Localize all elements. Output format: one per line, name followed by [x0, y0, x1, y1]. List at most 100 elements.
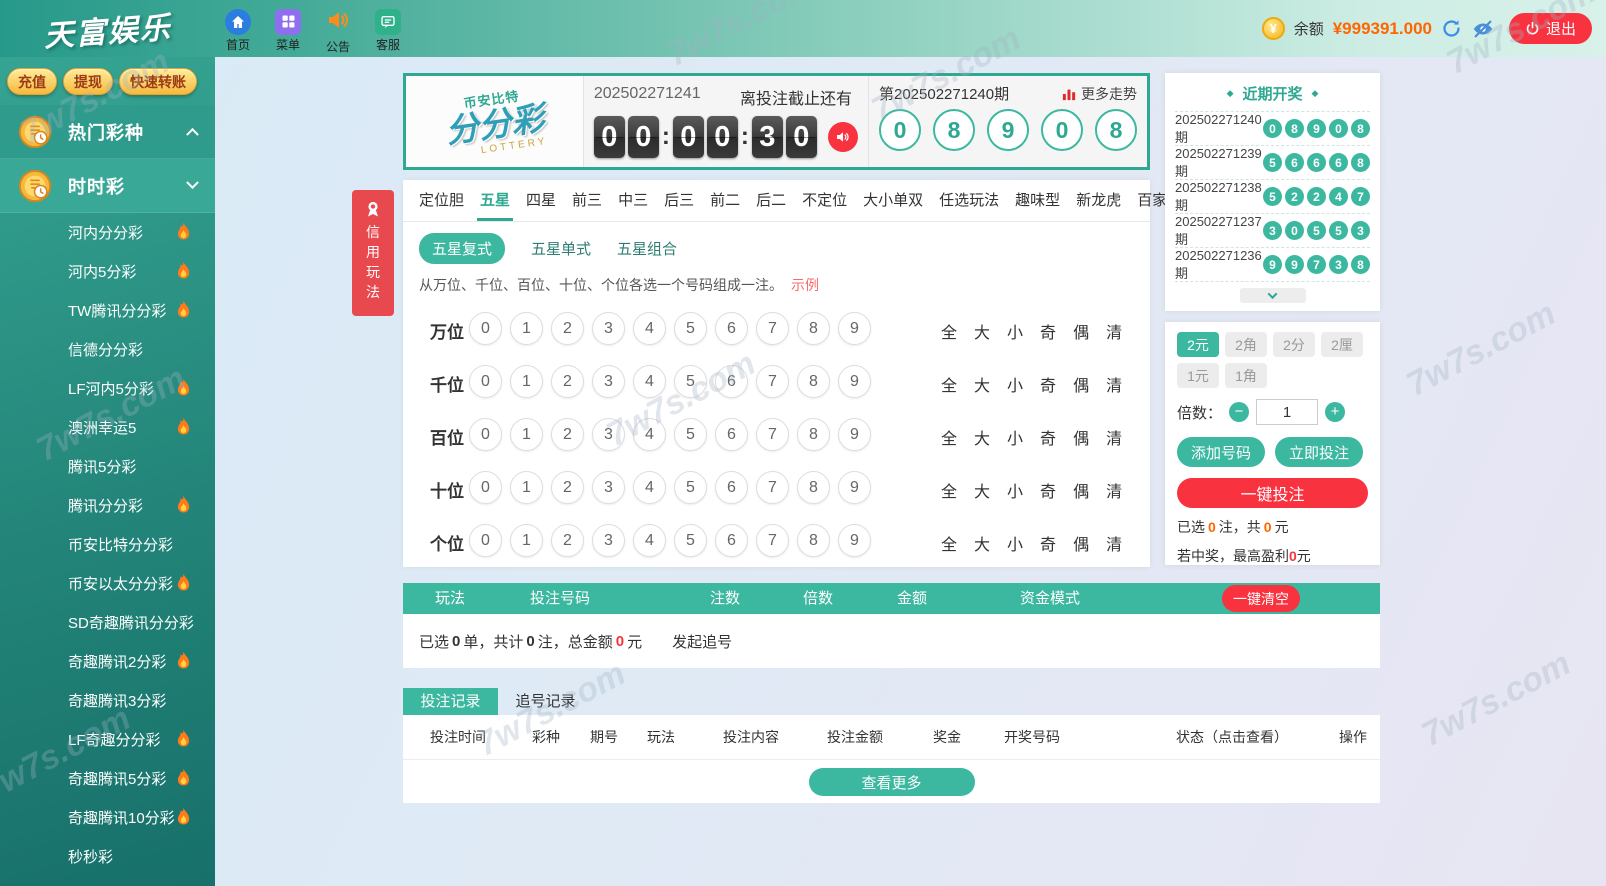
bet-now-button[interactable]: 立即投注 — [1275, 437, 1364, 467]
number-ball[interactable]: 1 — [510, 365, 543, 398]
records-tab[interactable]: 投注记录 — [403, 688, 498, 715]
number-ball[interactable]: 9 — [838, 418, 871, 451]
number-ball[interactable]: 3 — [592, 365, 625, 398]
nav-home[interactable]: 首页 — [215, 8, 261, 53]
number-ball[interactable]: 3 — [592, 524, 625, 557]
quick-option[interactable]: 大 — [974, 319, 990, 343]
sidebar-item[interactable]: 腾讯分分彩 — [0, 486, 215, 525]
number-ball[interactable]: 2 — [551, 312, 584, 345]
sidebar-item[interactable]: SD奇趣腾讯分分彩 — [0, 603, 215, 642]
number-ball[interactable]: 5 — [674, 365, 707, 398]
quick-option[interactable]: 小 — [1007, 372, 1023, 396]
quick-option[interactable]: 清 — [1106, 425, 1122, 449]
recent-draw-row[interactable]: 202502271236期 9 9 7 3 8 — [1175, 248, 1370, 282]
play-type-tab[interactable]: 后三 — [656, 189, 702, 221]
play-type-tab[interactable]: 趣味型 — [1007, 189, 1068, 221]
quick-option[interactable]: 奇 — [1040, 478, 1056, 502]
unit-button[interactable]: 2角 — [1225, 332, 1267, 357]
quick-option[interactable]: 奇 — [1040, 372, 1056, 396]
play-type-tab[interactable]: 大小单双 — [855, 189, 931, 221]
number-ball[interactable]: 1 — [510, 418, 543, 451]
play-type-tab[interactable]: 定位胆 — [411, 189, 472, 221]
quick-option[interactable]: 全 — [941, 478, 957, 502]
quick-option[interactable]: 大 — [974, 425, 990, 449]
multiplier-input[interactable] — [1256, 399, 1319, 425]
play-type-tab[interactable]: 五星 — [472, 189, 518, 221]
quick-option[interactable]: 大 — [974, 531, 990, 555]
quick-option[interactable]: 偶 — [1073, 425, 1089, 449]
number-ball[interactable]: 0 — [469, 418, 502, 451]
number-ball[interactable]: 3 — [592, 418, 625, 451]
sidebar-item[interactable]: 币安比特分分彩 — [0, 525, 215, 564]
more-trends-link[interactable]: 更多走势 — [1062, 84, 1137, 104]
logout-button[interactable]: 退出 — [1508, 13, 1592, 44]
recent-draw-row[interactable]: 202502271237期 3 0 5 5 3 — [1175, 214, 1370, 248]
quick-option[interactable]: 全 — [941, 425, 957, 449]
recent-draw-row[interactable]: 202502271238期 5 2 2 4 7 — [1175, 180, 1370, 214]
number-ball[interactable]: 7 — [756, 312, 789, 345]
number-ball[interactable]: 0 — [469, 312, 502, 345]
quick-option[interactable]: 小 — [1007, 319, 1023, 343]
play-type-tab[interactable]: 后二 — [748, 189, 794, 221]
play-type-tab[interactable]: 中三 — [610, 189, 656, 221]
site-logo[interactable]: 天富娱乐 — [0, 0, 216, 58]
number-ball[interactable]: 1 — [510, 524, 543, 557]
number-ball[interactable]: 2 — [551, 365, 584, 398]
number-ball[interactable]: 6 — [715, 312, 748, 345]
clear-all-button[interactable]: 一键清空 — [1222, 585, 1300, 612]
number-ball[interactable]: 8 — [797, 471, 830, 504]
sidebar-item[interactable]: 澳洲幸运5 — [0, 408, 215, 447]
unit-button[interactable]: 2元 — [1177, 332, 1219, 357]
number-ball[interactable]: 1 — [510, 471, 543, 504]
sidebar-item[interactable]: 币安以太分分彩 — [0, 564, 215, 603]
number-ball[interactable]: 7 — [756, 471, 789, 504]
play-type-tab[interactable]: 前二 — [702, 189, 748, 221]
quick-option[interactable]: 奇 — [1040, 531, 1056, 555]
number-ball[interactable]: 7 — [756, 365, 789, 398]
play-mode-tab[interactable]: 五星组合 — [617, 238, 677, 259]
number-ball[interactable]: 0 — [469, 365, 502, 398]
unit-button[interactable]: 2分 — [1273, 332, 1315, 357]
number-ball[interactable]: 9 — [838, 524, 871, 557]
quick-option[interactable]: 全 — [941, 531, 957, 555]
quick-option[interactable]: 清 — [1106, 531, 1122, 555]
number-ball[interactable]: 6 — [715, 365, 748, 398]
number-ball[interactable]: 7 — [756, 418, 789, 451]
quick-option[interactable]: 奇 — [1040, 319, 1056, 343]
sidebar-item[interactable]: 奇趣腾讯2分彩 — [0, 642, 215, 681]
number-ball[interactable]: 8 — [797, 312, 830, 345]
sidebar-item[interactable]: 信德分分彩 — [0, 330, 215, 369]
records-tab[interactable]: 追号记录 — [498, 688, 593, 715]
number-ball[interactable]: 9 — [838, 312, 871, 345]
eye-off-icon[interactable] — [1472, 18, 1494, 40]
sidebar-item[interactable]: LF河内5分彩 — [0, 369, 215, 408]
number-ball[interactable]: 4 — [633, 418, 666, 451]
number-ball[interactable]: 2 — [551, 471, 584, 504]
number-ball[interactable]: 8 — [797, 418, 830, 451]
sound-toggle-button[interactable] — [827, 122, 858, 152]
quick-option[interactable]: 偶 — [1073, 531, 1089, 555]
number-ball[interactable]: 8 — [797, 365, 830, 398]
nav-announce[interactable]: 公告 — [315, 7, 361, 55]
sidebar-section-1[interactable]: 时时彩 — [0, 159, 215, 213]
number-ball[interactable]: 4 — [633, 471, 666, 504]
number-ball[interactable]: 5 — [674, 418, 707, 451]
refresh-icon[interactable] — [1441, 18, 1463, 40]
recharge-button[interactable]: 充值 — [7, 68, 57, 95]
quick-option[interactable]: 小 — [1007, 478, 1023, 502]
play-type-tab[interactable]: 前三 — [564, 189, 610, 221]
sidebar-item[interactable]: LF奇趣分分彩 — [0, 720, 215, 759]
sidebar-item[interactable]: 奇趣腾讯3分彩 — [0, 681, 215, 720]
sidebar-item[interactable]: 河内5分彩 — [0, 252, 215, 291]
number-ball[interactable]: 8 — [797, 524, 830, 557]
transfer-button[interactable]: 快速转账 — [119, 68, 197, 95]
number-ball[interactable]: 1 — [510, 312, 543, 345]
unit-button[interactable]: 1元 — [1177, 363, 1219, 388]
play-type-tab[interactable]: 四星 — [518, 189, 564, 221]
number-ball[interactable]: 5 — [674, 312, 707, 345]
quick-option[interactable]: 大 — [974, 478, 990, 502]
quick-option[interactable]: 偶 — [1073, 372, 1089, 396]
credit-play-tag[interactable]: 信用玩法 — [352, 190, 394, 316]
play-mode-tab[interactable]: 五星复式 — [419, 233, 506, 264]
play-type-tab[interactable]: 不定位 — [794, 189, 855, 221]
